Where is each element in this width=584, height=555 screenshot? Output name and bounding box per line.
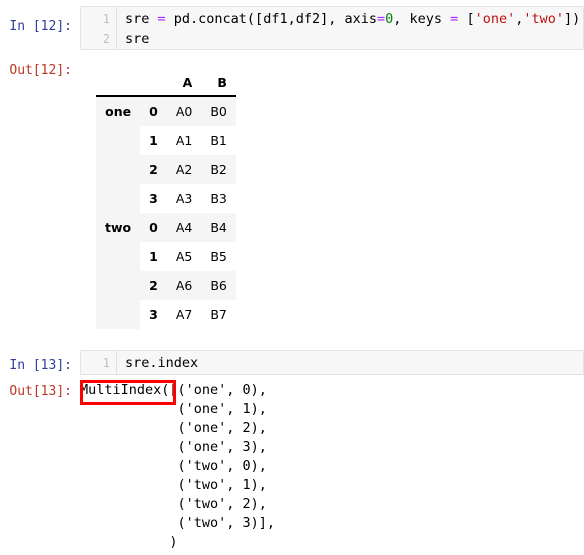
dataframe-index-level0 xyxy=(96,126,141,155)
dataframe-index-level0 xyxy=(96,300,141,329)
dataframe-index-level1: 2 xyxy=(140,155,167,184)
dataframe-cell: B3 xyxy=(201,184,236,213)
code-token: 'two' xyxy=(523,11,564,27)
line-number: 1 xyxy=(102,12,110,26)
dataframe-output: AB one 0 A0 B0 1 A1 B1 2 A2 B2 3 A3 B3 two 0 A4 B4 1A… xyxy=(96,72,236,329)
dataframe-cell: A3 xyxy=(166,184,202,213)
dataframe-column-header: A xyxy=(166,72,202,97)
dataframe-header-row: AB xyxy=(96,72,236,97)
dataframe-index-level1: 1 xyxy=(140,126,167,155)
code-token: [ xyxy=(458,11,475,27)
output-prompt-12: Out[12]: xyxy=(9,63,72,78)
dataframe-index-level0: two xyxy=(96,213,141,242)
dataframe-cell: A2 xyxy=(166,155,202,184)
dataframe-body: one 0 A0 B0 1 A1 B1 2 A2 B2 3 A3 B3 two 0 A4 B4 1 A5 B5… xyxy=(96,96,236,329)
dataframe-index-level0 xyxy=(96,155,141,184)
code-token: ]) xyxy=(564,11,581,27)
line-number: 1 xyxy=(102,356,110,370)
dataframe-cell: B5 xyxy=(201,242,236,271)
dataframe-cell: B6 xyxy=(201,271,236,300)
dataframe-cell: A7 xyxy=(166,300,202,329)
dataframe-index-header xyxy=(140,72,167,97)
code-token: = xyxy=(157,11,166,27)
code-line[interactable]: sre.index xyxy=(125,353,198,373)
line-number-gutter-2: 1 xyxy=(81,351,117,374)
dataframe-cell: A0 xyxy=(166,96,202,126)
dataframe-index-level1: 3 xyxy=(140,300,167,329)
input-prompt-13: In [13]: xyxy=(9,358,72,373)
dataframe-row: 3 A7 B7 xyxy=(96,300,236,329)
dataframe-cell: A1 xyxy=(166,126,202,155)
dataframe-index-level1: 1 xyxy=(140,242,167,271)
code-token: = xyxy=(376,11,386,27)
dataframe-cell: A4 xyxy=(166,213,202,242)
dataframe-index-header xyxy=(96,72,141,97)
dataframe-index-level0: one xyxy=(96,96,141,126)
code-token: 'one' xyxy=(474,11,516,27)
dataframe-row: 1 A5 B5 xyxy=(96,242,236,271)
code-line[interactable]: sre = pd.concat([df1,df2], axis=0, keys … xyxy=(125,9,580,29)
dataframe-cell: B4 xyxy=(201,213,236,242)
code-token: sre xyxy=(125,11,158,27)
code-line[interactable]: sre xyxy=(125,29,149,49)
dataframe-index-level0 xyxy=(96,242,141,271)
input-prompt-12: In [12]: xyxy=(9,19,72,34)
code-token: pd.concat([df1,df2], axis xyxy=(165,11,377,27)
dataframe-cell: B0 xyxy=(201,96,236,126)
dataframe-cell: B7 xyxy=(201,300,236,329)
dataframe-row: 3 A3 B3 xyxy=(96,184,236,213)
dataframe-row: 2 A2 B2 xyxy=(96,155,236,184)
multiindex-text-output: MultiIndex([('one', 0), ('one', 1), ('on… xyxy=(80,382,276,550)
line-number-gutter-1: 1 2 xyxy=(81,7,117,49)
dataframe-cell: A6 xyxy=(166,271,202,300)
dataframe-column-header: B xyxy=(201,72,236,97)
dataframe-table: AB one 0 A0 B0 1 A1 B1 2 A2 B2 3 A3 B3 two 0 A4 B4 1A… xyxy=(96,72,236,329)
dataframe-header: AB xyxy=(96,72,236,97)
dataframe-index-level0 xyxy=(96,271,141,300)
dataframe-row: two 0 A4 B4 xyxy=(96,213,236,242)
dataframe-row: 1 A1 B1 xyxy=(96,126,236,155)
code-token: sre.index xyxy=(125,355,199,371)
dataframe-index-level1: 0 xyxy=(140,213,167,242)
code-token: sre xyxy=(125,31,150,47)
dataframe-cell: A5 xyxy=(166,242,202,271)
output-prompt-13: Out[13]: xyxy=(9,384,72,399)
code-editor-cell-2[interactable]: 1 sre.index xyxy=(80,350,584,375)
line-number: 2 xyxy=(102,32,110,46)
dataframe-cell: B1 xyxy=(201,126,236,155)
dataframe-index-level1: 3 xyxy=(140,184,167,213)
dataframe-row: 2 A6 B6 xyxy=(96,271,236,300)
dataframe-cell: B2 xyxy=(201,155,236,184)
dataframe-index-level1: 2 xyxy=(140,271,167,300)
code-editor-cell-1[interactable]: 1 2 sre = pd.concat([df1,df2], axis=0, k… xyxy=(80,6,584,50)
dataframe-index-level1: 0 xyxy=(140,96,167,126)
code-token: , keys xyxy=(393,11,451,27)
dataframe-row: one 0 A0 B0 xyxy=(96,96,236,126)
dataframe-index-level0 xyxy=(96,184,141,213)
